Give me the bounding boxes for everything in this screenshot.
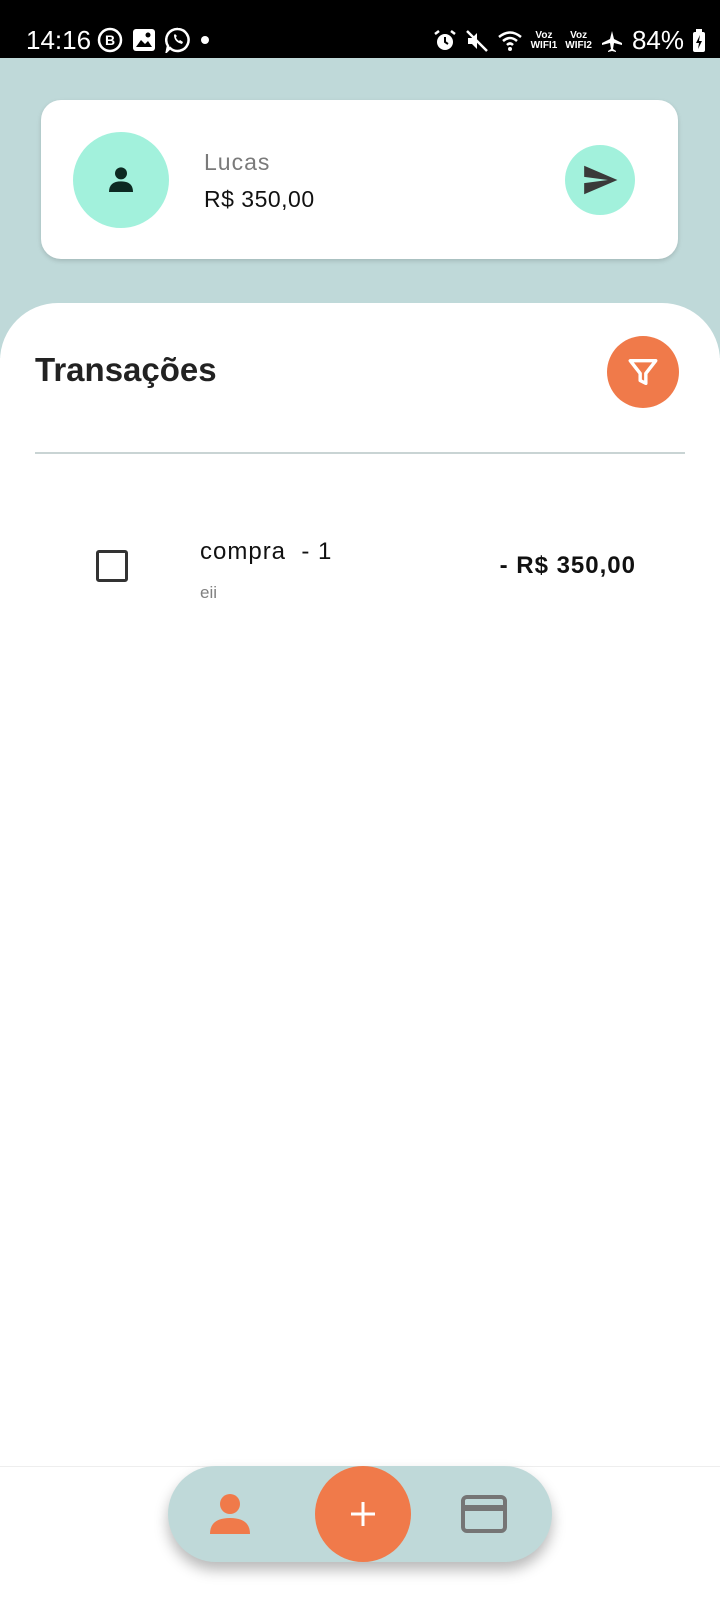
- mute-icon: [465, 29, 488, 52]
- filter-icon: [628, 358, 658, 386]
- avatar: [73, 132, 169, 228]
- wifi1-text: WIFI1: [530, 39, 558, 51]
- airplane-icon: [601, 30, 622, 52]
- page-title: Transações: [35, 351, 217, 388]
- whatsapp-icon: [165, 27, 190, 53]
- transactions-sheet: Transações compra - 1 eii - R$ 350,00: [0, 303, 720, 1600]
- person-icon: [109, 167, 133, 192]
- send-button[interactable]: [565, 145, 635, 215]
- add-icon: [351, 1502, 375, 1526]
- filter-button[interactable]: [607, 336, 679, 408]
- transaction-title: compra - 1: [200, 538, 333, 565]
- account-name: Lucas: [204, 149, 271, 175]
- status-time: 14:16: [26, 25, 92, 55]
- add-transaction-button[interactable]: [315, 1466, 411, 1562]
- dot-icon: [201, 36, 209, 44]
- person-icon: [210, 1494, 250, 1534]
- system-icons: Voz WIFI1 Voz WIFI2 84%: [433, 25, 706, 56]
- svg-text:B: B: [105, 32, 115, 48]
- voz1-text: Voz: [535, 29, 553, 41]
- voz-wifi2-label: Voz WIFI2: [565, 29, 592, 51]
- credit-card-icon: [461, 1495, 507, 1533]
- status-bar: 14:16 B Voz WIFI1 Voz WIFI2 84%: [0, 0, 720, 58]
- bottom-nav: [168, 1466, 552, 1562]
- gallery-icon: [133, 29, 155, 51]
- send-icon: [584, 165, 618, 195]
- nav-cards-button[interactable]: [460, 1490, 508, 1538]
- battery-percent: 84%: [631, 25, 684, 55]
- b-badge-icon: B: [97, 27, 123, 53]
- wifi2-text: WIFI2: [565, 39, 592, 51]
- divider: [35, 452, 685, 454]
- voz2-text: Voz: [570, 29, 588, 41]
- transaction-amount: - R$ 350,00: [499, 552, 636, 579]
- transaction-description: eii: [200, 583, 218, 602]
- alarm-icon: [433, 29, 456, 50]
- notification-icons: B: [97, 27, 211, 53]
- account-card[interactable]: Lucas R$ 350,00: [41, 100, 678, 259]
- wifi-icon: [497, 30, 522, 51]
- transaction-checkbox[interactable]: [96, 550, 128, 582]
- account-balance: R$ 350,00: [204, 186, 315, 212]
- voz-wifi1-label: Voz WIFI1: [530, 29, 558, 51]
- battery-icon: [693, 28, 705, 52]
- nav-profile-button[interactable]: [206, 1490, 254, 1538]
- transaction-item[interactable]: compra - 1 eii - R$ 350,00: [0, 528, 720, 608]
